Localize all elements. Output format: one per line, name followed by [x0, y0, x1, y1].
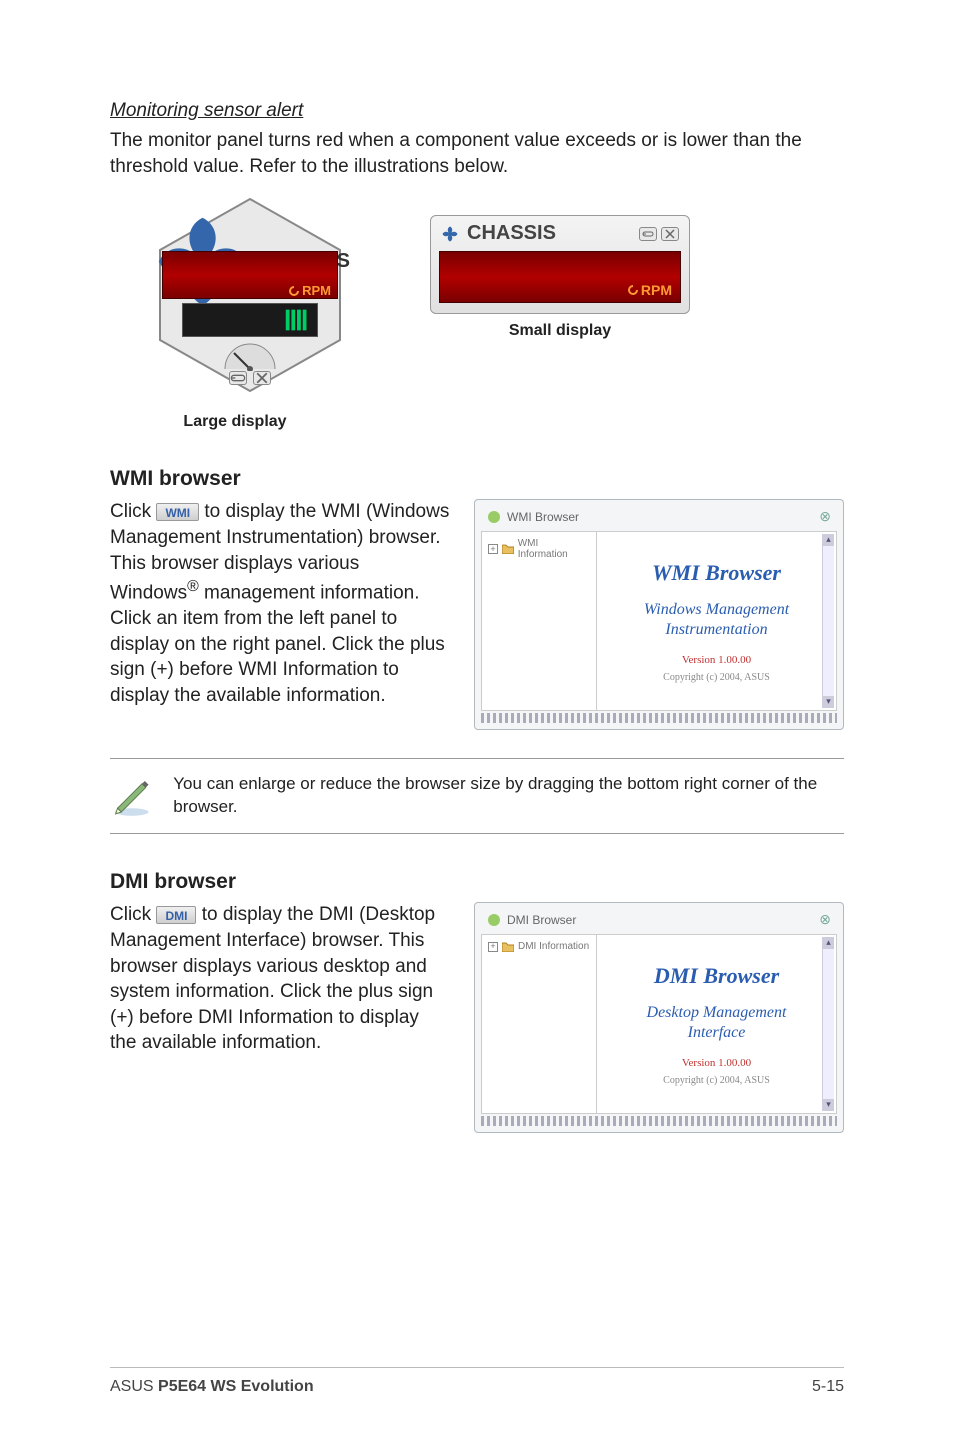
- wmi-sub1: Windows Management: [644, 601, 789, 618]
- wmi-tree-panel[interactable]: + WMI Information: [482, 532, 597, 710]
- note-box: You can enlarge or reduce the browser si…: [110, 758, 844, 834]
- dial-icon: [220, 341, 280, 371]
- page-footer: ASUS P5E64 WS Evolution 5-15: [110, 1367, 844, 1396]
- dmi-text-a: Click: [110, 904, 156, 925]
- dmi-section: Click DMI to display the DMI (Desktop Ma…: [110, 902, 844, 1133]
- scroll-up-icon[interactable]: ▴: [823, 937, 834, 949]
- footer-brand: ASUS: [110, 1378, 158, 1395]
- small-gauge-column: CHASSIS RPM: [430, 215, 690, 340]
- reg-mark: ®: [187, 578, 199, 595]
- footer-model-name: P5E64 WS Evolution: [158, 1378, 314, 1395]
- folder-icon: [502, 942, 514, 952]
- wmi-window-title: WMI Browser: [507, 510, 579, 524]
- folder-icon: [502, 544, 514, 554]
- gauge-dark-panel: [182, 303, 318, 337]
- dmi-main-panel: DMI Browser Desktop Management Interface…: [597, 935, 836, 1113]
- small-caption: Small display: [509, 322, 611, 340]
- scroll-down-icon[interactable]: ▾: [823, 696, 834, 708]
- dmi-window-title: DMI Browser: [507, 913, 576, 927]
- tree-expand-icon[interactable]: +: [488, 942, 498, 952]
- wmi-main-panel: WMI Browser Windows Management Instrumen…: [597, 532, 836, 710]
- cycle-icon: [288, 285, 300, 297]
- wmi-button[interactable]: WMI: [156, 503, 199, 521]
- window-icon: [487, 913, 501, 927]
- dmi-tree-panel[interactable]: + DMI Information: [482, 935, 597, 1113]
- dmi-main-title: DMI Browser: [654, 963, 779, 989]
- dmi-text: Click DMI to display the DMI (Desktop Ma…: [110, 902, 450, 1056]
- footer-model: ASUS P5E64 WS Evolution: [110, 1378, 314, 1396]
- window-close-icon[interactable]: ⊗: [819, 508, 831, 525]
- chassis-small-panel: CHASSIS RPM: [430, 215, 690, 314]
- pencil-note-icon: [110, 773, 153, 819]
- large-gauge-column: CHASSIS RPM: [110, 195, 360, 431]
- close-icon[interactable]: [253, 371, 271, 385]
- wmi-section: Click WMI to display the WMI (Windows Ma…: [110, 499, 844, 730]
- dmi-version: Version 1.00.00: [682, 1057, 751, 1069]
- scroll-down-icon[interactable]: ▾: [823, 1099, 834, 1111]
- dmi-text-b: to display the DMI (Desktop Management I…: [110, 904, 435, 1053]
- rpm-unit-small: RPM: [641, 282, 672, 298]
- monitoring-alert-section: Monitoring sensor alert The monitor pane…: [110, 100, 844, 431]
- close-icon[interactable]: [661, 227, 679, 241]
- resize-grip[interactable]: [481, 1116, 837, 1126]
- gauge-row: CHASSIS RPM: [110, 195, 844, 431]
- dmi-button[interactable]: DMI: [156, 906, 196, 924]
- window-icon: [487, 510, 501, 524]
- wmi-copyright: Copyright (c) 2004, ASUS: [663, 672, 770, 683]
- tree-expand-icon[interactable]: +: [488, 544, 498, 554]
- chassis-large-gauge: CHASSIS RPM: [150, 195, 360, 405]
- fan-icon: [441, 225, 459, 243]
- wmi-browser-window: WMI Browser ⊗ + WMI Information WMI Brow…: [474, 499, 844, 730]
- chassis-label-small: CHASSIS: [467, 222, 556, 245]
- dmi-browser-window: DMI Browser ⊗ + DMI Information DMI Brow…: [474, 902, 844, 1133]
- scroll-up-icon[interactable]: ▴: [823, 534, 834, 546]
- resize-grip[interactable]: [481, 713, 837, 723]
- rpm-unit: RPM: [302, 283, 331, 298]
- note-text: You can enlarge or reduce the browser si…: [173, 773, 844, 819]
- wmi-text: Click WMI to display the WMI (Windows Ma…: [110, 499, 450, 708]
- dmi-sub2: Interface: [688, 1024, 746, 1041]
- small-panel-body: RPM: [439, 251, 681, 303]
- alert-heading: Monitoring sensor alert: [110, 100, 844, 122]
- dmi-heading: DMI browser: [110, 870, 844, 894]
- mode-icon[interactable]: [229, 371, 247, 385]
- wmi-heading: WMI browser: [110, 467, 844, 491]
- mode-icon[interactable]: [639, 227, 657, 241]
- dmi-sub1: Desktop Management: [647, 1004, 787, 1021]
- cycle-icon: [627, 284, 639, 296]
- scrollbar[interactable]: ▴ ▾: [822, 937, 834, 1111]
- wmi-tree-label: WMI Information: [518, 538, 590, 560]
- alert-body: The monitor panel turns red when a compo…: [110, 128, 844, 179]
- window-close-icon[interactable]: ⊗: [819, 911, 831, 928]
- speedometer-icon: [183, 304, 317, 336]
- wmi-sub2: Instrumentation: [665, 621, 767, 638]
- wmi-version: Version 1.00.00: [682, 654, 751, 666]
- wmi-main-title: WMI Browser: [652, 560, 781, 586]
- large-caption: Large display: [183, 413, 286, 431]
- wmi-text-a: Click: [110, 501, 156, 522]
- gauge-red-panel: RPM: [162, 251, 338, 299]
- footer-page: 5-15: [812, 1378, 844, 1396]
- dmi-tree-label: DMI Information: [518, 941, 589, 952]
- dmi-copyright: Copyright (c) 2004, ASUS: [663, 1075, 770, 1086]
- scrollbar[interactable]: ▴ ▾: [822, 534, 834, 708]
